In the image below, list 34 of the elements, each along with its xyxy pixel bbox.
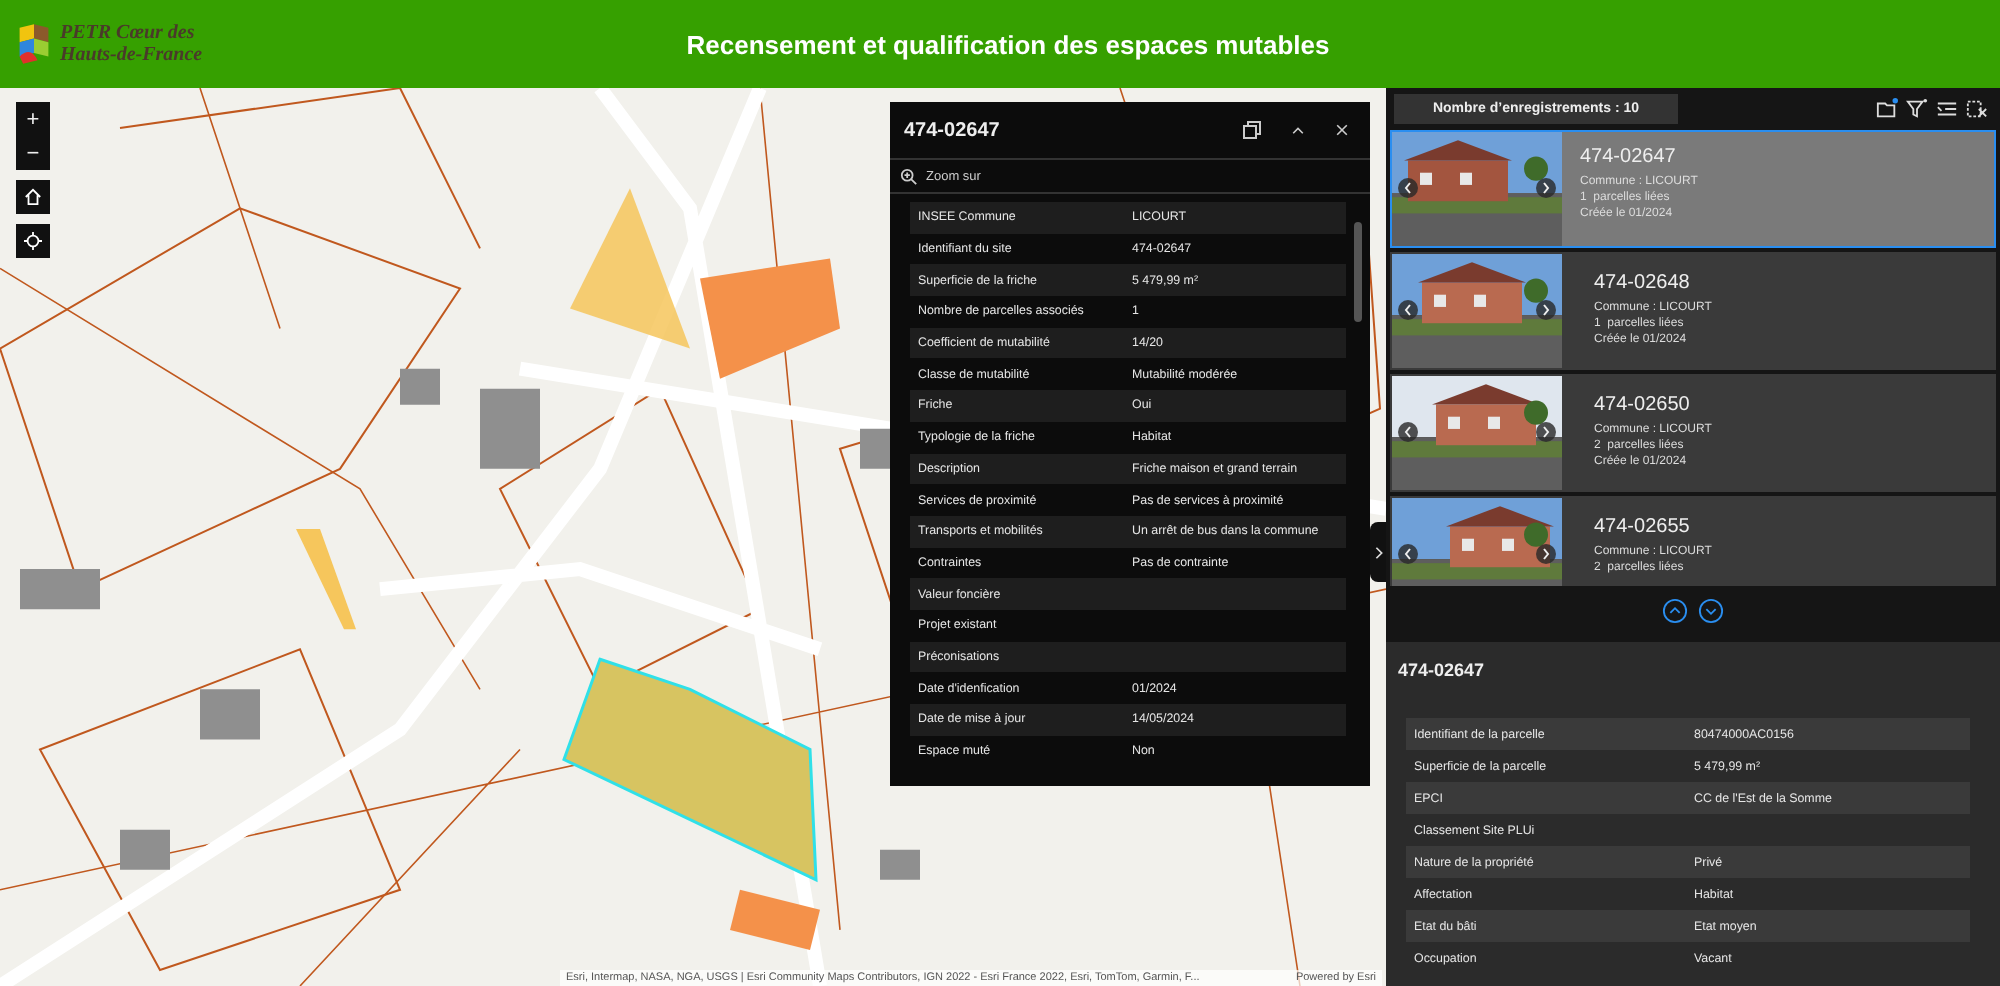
detail-title: 474-02647 xyxy=(1398,658,1487,684)
home-icon xyxy=(24,188,42,206)
close-icon[interactable] xyxy=(1334,122,1350,138)
chevron-right-icon xyxy=(1542,548,1550,560)
chevron-left-icon xyxy=(1404,304,1412,316)
chevron-left-icon xyxy=(1404,548,1412,560)
clear-selection-icon[interactable] xyxy=(1966,98,1988,120)
chevron-left-icon xyxy=(1404,426,1412,438)
chevron-right-icon xyxy=(1542,182,1550,194)
record-title: 474-02650 xyxy=(1594,394,1692,416)
chevron-right-icon xyxy=(1542,426,1550,438)
home-button[interactable] xyxy=(16,180,50,214)
scroll-up-button[interactable] xyxy=(1662,597,1688,623)
record-title: 474-02648 xyxy=(1594,272,1692,294)
locate-button[interactable] xyxy=(16,224,50,258)
logo-text: PETR Cœur des xyxy=(60,22,197,44)
list-options-icon[interactable] xyxy=(1936,98,1958,120)
popup-title: 474-02647 xyxy=(904,119,1000,141)
collapse-icon[interactable] xyxy=(1290,122,1306,138)
dock-icon[interactable] xyxy=(1242,120,1262,140)
panel-toggle-button[interactable] xyxy=(1370,522,1386,582)
locate-icon xyxy=(24,232,42,250)
logo-text: Hauts-de-France xyxy=(60,44,203,66)
record-title: 474-02647 xyxy=(1580,146,1678,168)
app-title: Recensement et qualification des espaces mutables xyxy=(684,29,1332,59)
chevron-left-icon xyxy=(1404,182,1412,194)
record-title: 474-02655 xyxy=(1594,516,1692,538)
chevron-right-icon xyxy=(1542,304,1550,316)
scroll-down-button[interactable] xyxy=(1698,597,1724,623)
logo-icon xyxy=(16,20,52,68)
filter-icon[interactable] xyxy=(1906,98,1928,120)
chevron-right-icon xyxy=(1373,545,1383,559)
folder-icon[interactable] xyxy=(1876,98,1898,120)
zoom-icon xyxy=(900,167,918,185)
